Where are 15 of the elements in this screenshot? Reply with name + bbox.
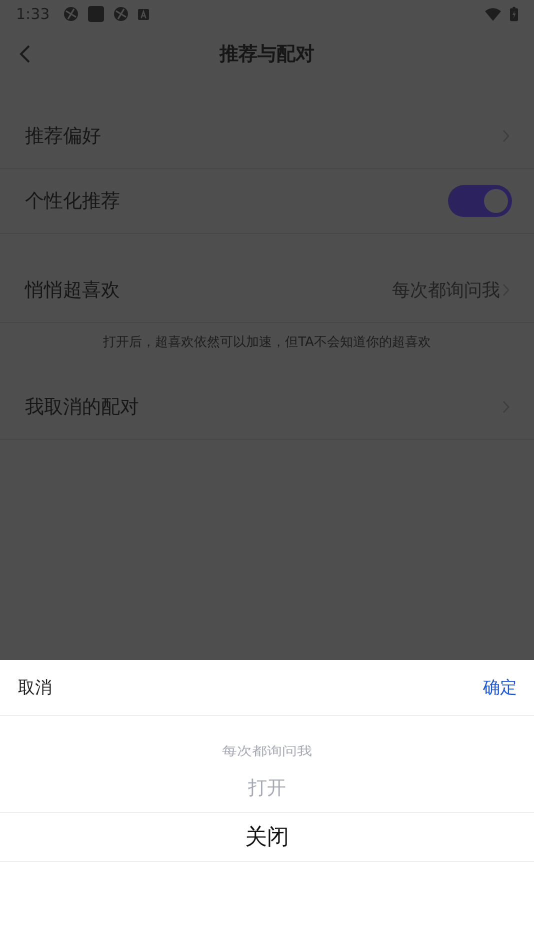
picker-option[interactable]: 每次都询问我 (0, 740, 534, 762)
toggle-switch[interactable] (448, 185, 512, 217)
setting-label: 我取消的配对 (25, 395, 140, 420)
confirm-button[interactable]: 确定 (483, 676, 517, 699)
setting-label: 推荐偏好 (25, 124, 102, 149)
page-title: 推荐与配对 (220, 42, 314, 67)
keyboard-icon (138, 8, 149, 20)
setting-label: 悄悄超喜欢 (25, 278, 121, 303)
cancel-button[interactable]: 取消 (18, 676, 52, 699)
wifi-icon (485, 8, 501, 20)
square-icon (88, 6, 104, 22)
battery-icon (510, 6, 518, 22)
picker-option[interactable]: 关闭 (0, 812, 534, 862)
picker-option[interactable]: 打开 (0, 764, 534, 812)
setting-label: 个性化推荐 (25, 189, 121, 214)
